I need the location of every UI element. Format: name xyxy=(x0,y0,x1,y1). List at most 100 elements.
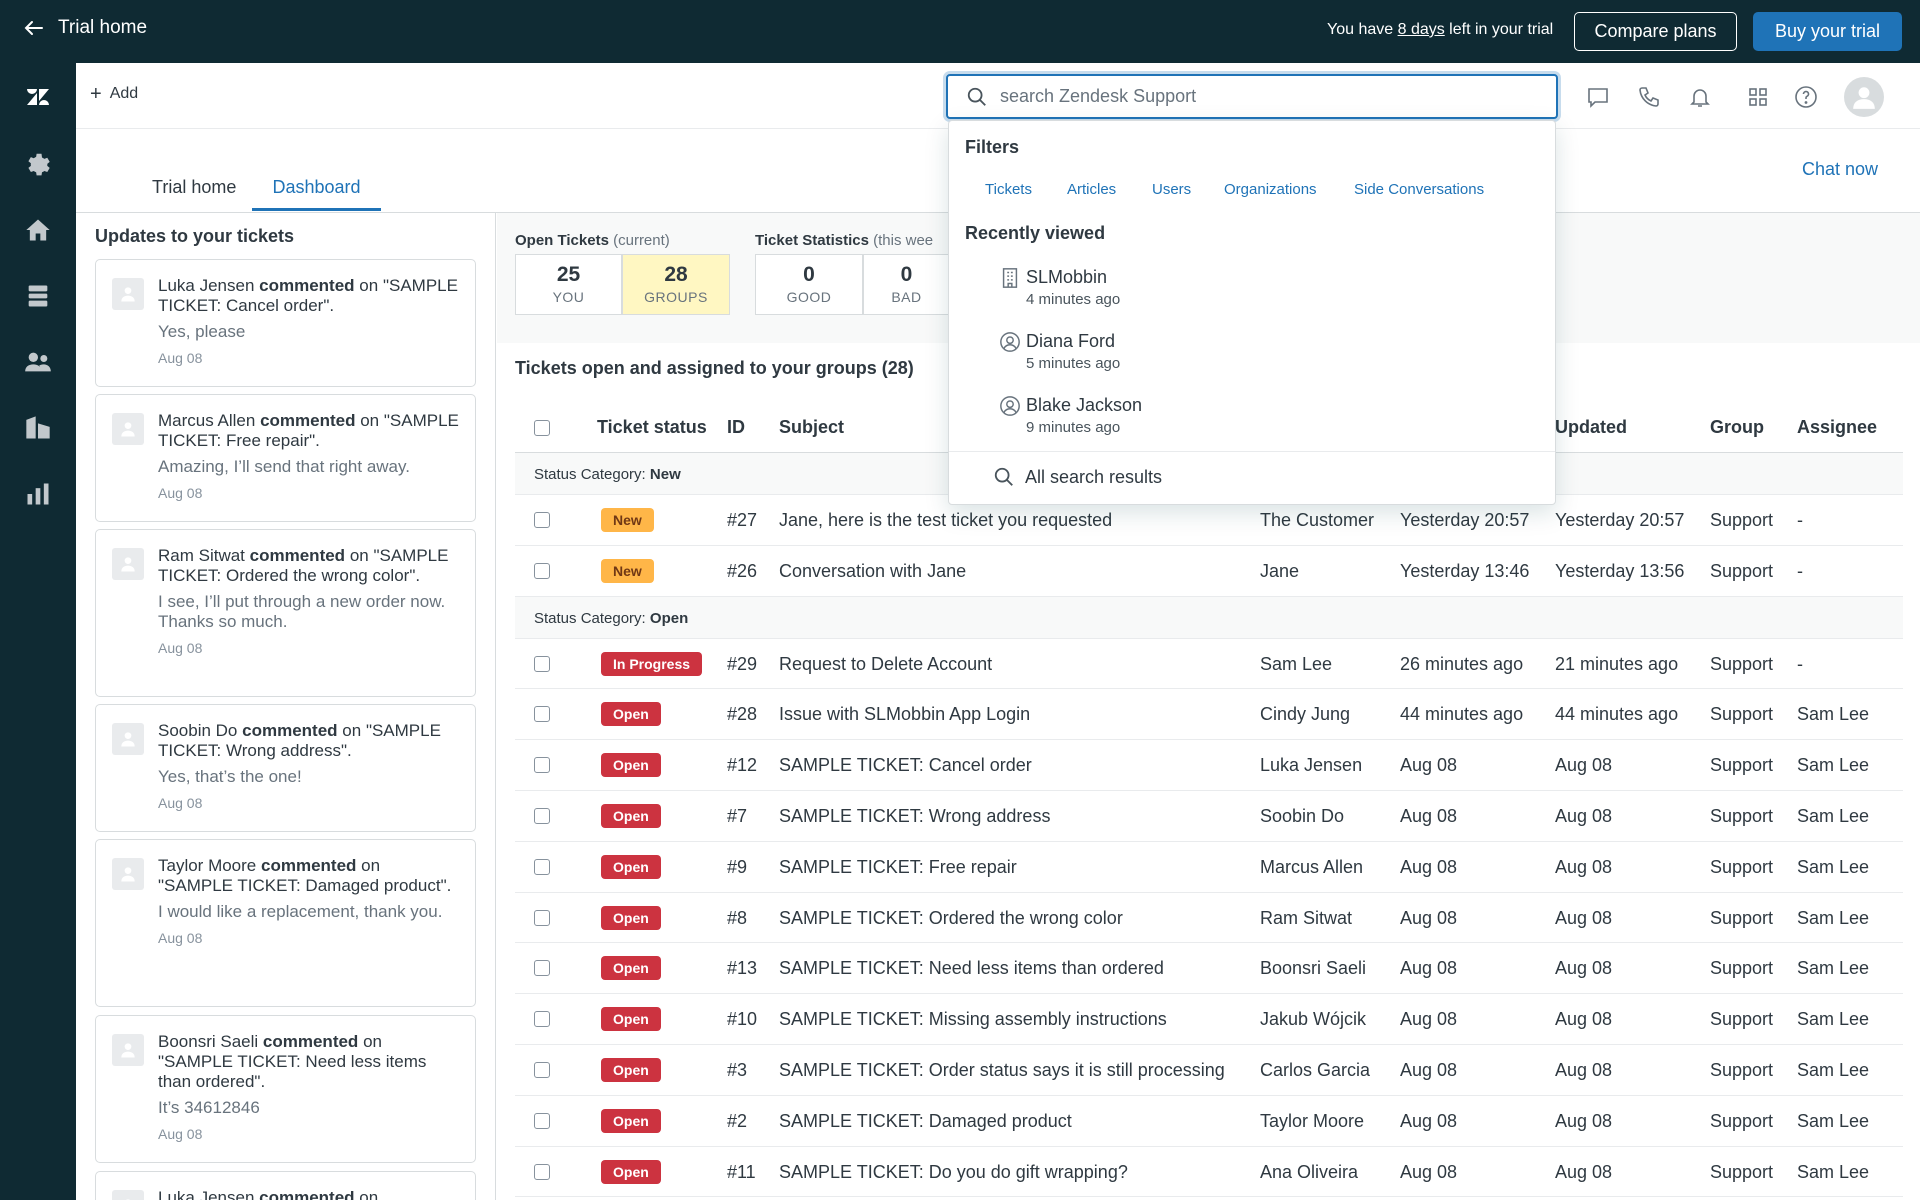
conversations-icon[interactable] xyxy=(1584,83,1612,111)
ticket-subject[interactable]: SAMPLE TICKET: Ordered the wrong color xyxy=(779,908,1123,929)
row-checkbox[interactable] xyxy=(534,757,550,774)
ticket-subject[interactable]: SAMPLE TICKET: Missing assembly instruct… xyxy=(779,1009,1167,1030)
users-icon[interactable] xyxy=(22,346,54,378)
col-subject[interactable]: Subject xyxy=(779,417,844,438)
table-row[interactable]: Open #11 SAMPLE TICKET: Do you do gift wra… xyxy=(515,1147,1903,1198)
views-icon[interactable] xyxy=(22,280,54,312)
compare-plans-button[interactable]: Compare plans xyxy=(1574,12,1737,51)
recent-item[interactable]: SLMobbin 4 minutes ago xyxy=(999,265,1519,313)
row-checkbox[interactable] xyxy=(534,1163,550,1180)
reporting-icon[interactable] xyxy=(22,478,54,510)
ticket-subject[interactable]: Request to Delete Account xyxy=(779,654,992,675)
ticket-requester: Ram Sitwat xyxy=(1260,907,1353,928)
ticket-requested: Aug 08 xyxy=(1400,958,1458,979)
tab-dashboard[interactable]: Dashboard xyxy=(252,177,381,211)
stat-you[interactable]: 25 YOU xyxy=(515,254,622,315)
update-on: on xyxy=(359,1188,379,1200)
col-assignee[interactable]: Assignee xyxy=(1797,417,1877,438)
update-quote: Yes, please xyxy=(158,322,246,341)
ticket-requester: Jane xyxy=(1260,560,1300,581)
update-card[interactable]: Soobin Do commented on "SAMPLE TICKET: W… xyxy=(95,704,476,832)
row-checkbox[interactable] xyxy=(534,512,550,528)
update-text: Ram Sitwat commented on "SAMPLE TICKET: … xyxy=(158,546,459,586)
col-updated[interactable]: Updated xyxy=(1555,417,1627,438)
row-checkbox[interactable] xyxy=(534,858,550,875)
ticket-requester: Taylor Moore xyxy=(1260,1110,1365,1131)
bell-icon[interactable] xyxy=(1686,83,1714,111)
help-icon[interactable] xyxy=(1792,83,1820,111)
ticket-subject[interactable]: Jane, here is the test ticket you reques… xyxy=(779,510,1112,531)
col-group[interactable]: Group xyxy=(1710,417,1764,438)
row-checkbox[interactable] xyxy=(534,562,550,579)
filter-tickets[interactable]: Tickets xyxy=(985,181,1032,198)
col-ticket-status[interactable]: Ticket status xyxy=(597,417,707,438)
apps-grid-icon[interactable] xyxy=(1744,83,1772,111)
row-checkbox[interactable] xyxy=(534,655,550,672)
row-checkbox[interactable] xyxy=(534,909,550,926)
row-checkbox[interactable] xyxy=(534,1061,550,1078)
update-card[interactable]: Boonsri Saeli commented on "SAMPLE TICKE… xyxy=(95,1015,476,1163)
gear-icon[interactable] xyxy=(22,148,54,180)
select-all-checkbox[interactable] xyxy=(534,420,550,436)
update-card[interactable]: Luka Jensen commented on "SAMPLE TICKET:… xyxy=(95,259,476,387)
recent-item[interactable]: Blake Jackson 9 minutes ago xyxy=(999,393,1519,441)
trial-days-link[interactable]: 8 days xyxy=(1398,21,1445,38)
stat-good[interactable]: 0 GOOD xyxy=(755,254,863,315)
table-row[interactable]: Open #13 SAMPLE TICKET: Need less items th… xyxy=(515,943,1903,995)
phone-icon[interactable] xyxy=(1635,83,1663,111)
tab-trial-home[interactable]: Trial home xyxy=(152,177,236,208)
ticket-subject[interactable]: SAMPLE TICKET: Wrong address xyxy=(779,806,1050,827)
ticket-updated: Aug 08 xyxy=(1555,1009,1613,1030)
filter-users[interactable]: Users xyxy=(1152,181,1191,198)
update-text: Luka Jensen commented on "SAMPLE TICKET:… xyxy=(158,276,459,316)
table-row[interactable]: Open #3 SAMPLE TICKET: Order status says i… xyxy=(515,1045,1903,1096)
stat-label: YOU xyxy=(552,289,585,305)
row-checkbox[interactable] xyxy=(534,1011,550,1028)
table-row[interactable]: Open #8 SAMPLE TICKET: Ordered the wrong c… xyxy=(515,893,1903,944)
ticket-subject[interactable]: SAMPLE TICKET: Free repair xyxy=(779,857,1017,878)
filter-articles[interactable]: Articles xyxy=(1067,181,1116,198)
table-row[interactable]: Open #9 SAMPLE TICKET: Free repair Marcus A… xyxy=(515,842,1903,893)
table-row[interactable]: New #26 Conversation with Jane Jane Yesterda… xyxy=(515,546,1903,597)
row-checkbox[interactable] xyxy=(534,1112,550,1129)
ticket-subject[interactable]: SAMPLE TICKET: Do you do gift wrapping? xyxy=(779,1162,1128,1183)
search-input[interactable] xyxy=(1000,86,1530,107)
add-button[interactable]: + Add xyxy=(90,84,138,104)
filter-side-conversations[interactable]: Side Conversations xyxy=(1354,181,1484,198)
table-row[interactable]: Open #7 SAMPLE TICKET: Wrong address Soobin… xyxy=(515,791,1903,842)
user-avatar-icon[interactable] xyxy=(1844,77,1884,117)
ticket-subject[interactable]: SAMPLE TICKET: Cancel order xyxy=(779,755,1032,776)
back-to-trial-home-link[interactable]: Trial home xyxy=(22,16,147,40)
zendesk-logo-icon[interactable] xyxy=(22,81,54,113)
ticket-assignee: Sam Lee xyxy=(1797,755,1870,776)
update-card[interactable]: Ram Sitwat commented on "SAMPLE TICKET: … xyxy=(95,529,476,697)
row-checkbox[interactable] xyxy=(534,807,550,824)
table-row[interactable]: Open #10 SAMPLE TICKET: Missing assembly i… xyxy=(515,994,1903,1045)
table-row[interactable]: Open #28 Issue with SLMobbin App Login Cind… xyxy=(515,689,1903,741)
update-card[interactable]: Marcus Allen commented on "SAMPLE TICKET… xyxy=(95,394,476,522)
stat-bad[interactable]: 0 BAD xyxy=(863,254,949,315)
update-card[interactable]: Luka Jensen commented on xyxy=(95,1171,476,1200)
filter-organizations[interactable]: Organizations xyxy=(1224,181,1317,198)
table-row[interactable]: Open #2 SAMPLE TICKET: Damaged product Tayl… xyxy=(515,1096,1903,1147)
all-search-results-link[interactable]: All search results xyxy=(993,466,1162,488)
row-checkbox[interactable] xyxy=(534,706,550,723)
recent-item[interactable]: Diana Ford 5 minutes ago xyxy=(999,329,1519,377)
ticket-subject[interactable]: Conversation with Jane xyxy=(779,561,966,582)
home-icon[interactable] xyxy=(22,214,54,246)
ticket-subject[interactable]: SAMPLE TICKET: Damaged product xyxy=(779,1111,1072,1132)
chat-now-link[interactable]: Chat now xyxy=(1802,159,1878,180)
col-id[interactable]: ID xyxy=(727,417,745,438)
stat-groups[interactable]: 28 GROUPS xyxy=(622,254,730,315)
ticket-assignee: Sam Lee xyxy=(1797,1161,1870,1182)
ticket-subject[interactable]: Issue with SLMobbin App Login xyxy=(779,704,1030,725)
update-card[interactable]: Taylor Moore commented on "SAMPLE TICKET… xyxy=(95,839,476,1007)
ticket-subject[interactable]: SAMPLE TICKET: Order status says it is s… xyxy=(779,1060,1225,1081)
ticket-subject[interactable]: SAMPLE TICKET: Need less items than orde… xyxy=(779,958,1164,979)
status-badge: Open xyxy=(601,854,661,879)
table-row[interactable]: In Progress #29 Request to Delete Account S… xyxy=(515,639,1903,690)
buy-trial-button[interactable]: Buy your trial xyxy=(1753,12,1902,51)
organizations-icon[interactable] xyxy=(22,412,54,444)
table-row[interactable]: Open #12 SAMPLE TICKET: Cancel order Luka J… xyxy=(515,740,1903,791)
row-checkbox[interactable] xyxy=(534,960,550,977)
